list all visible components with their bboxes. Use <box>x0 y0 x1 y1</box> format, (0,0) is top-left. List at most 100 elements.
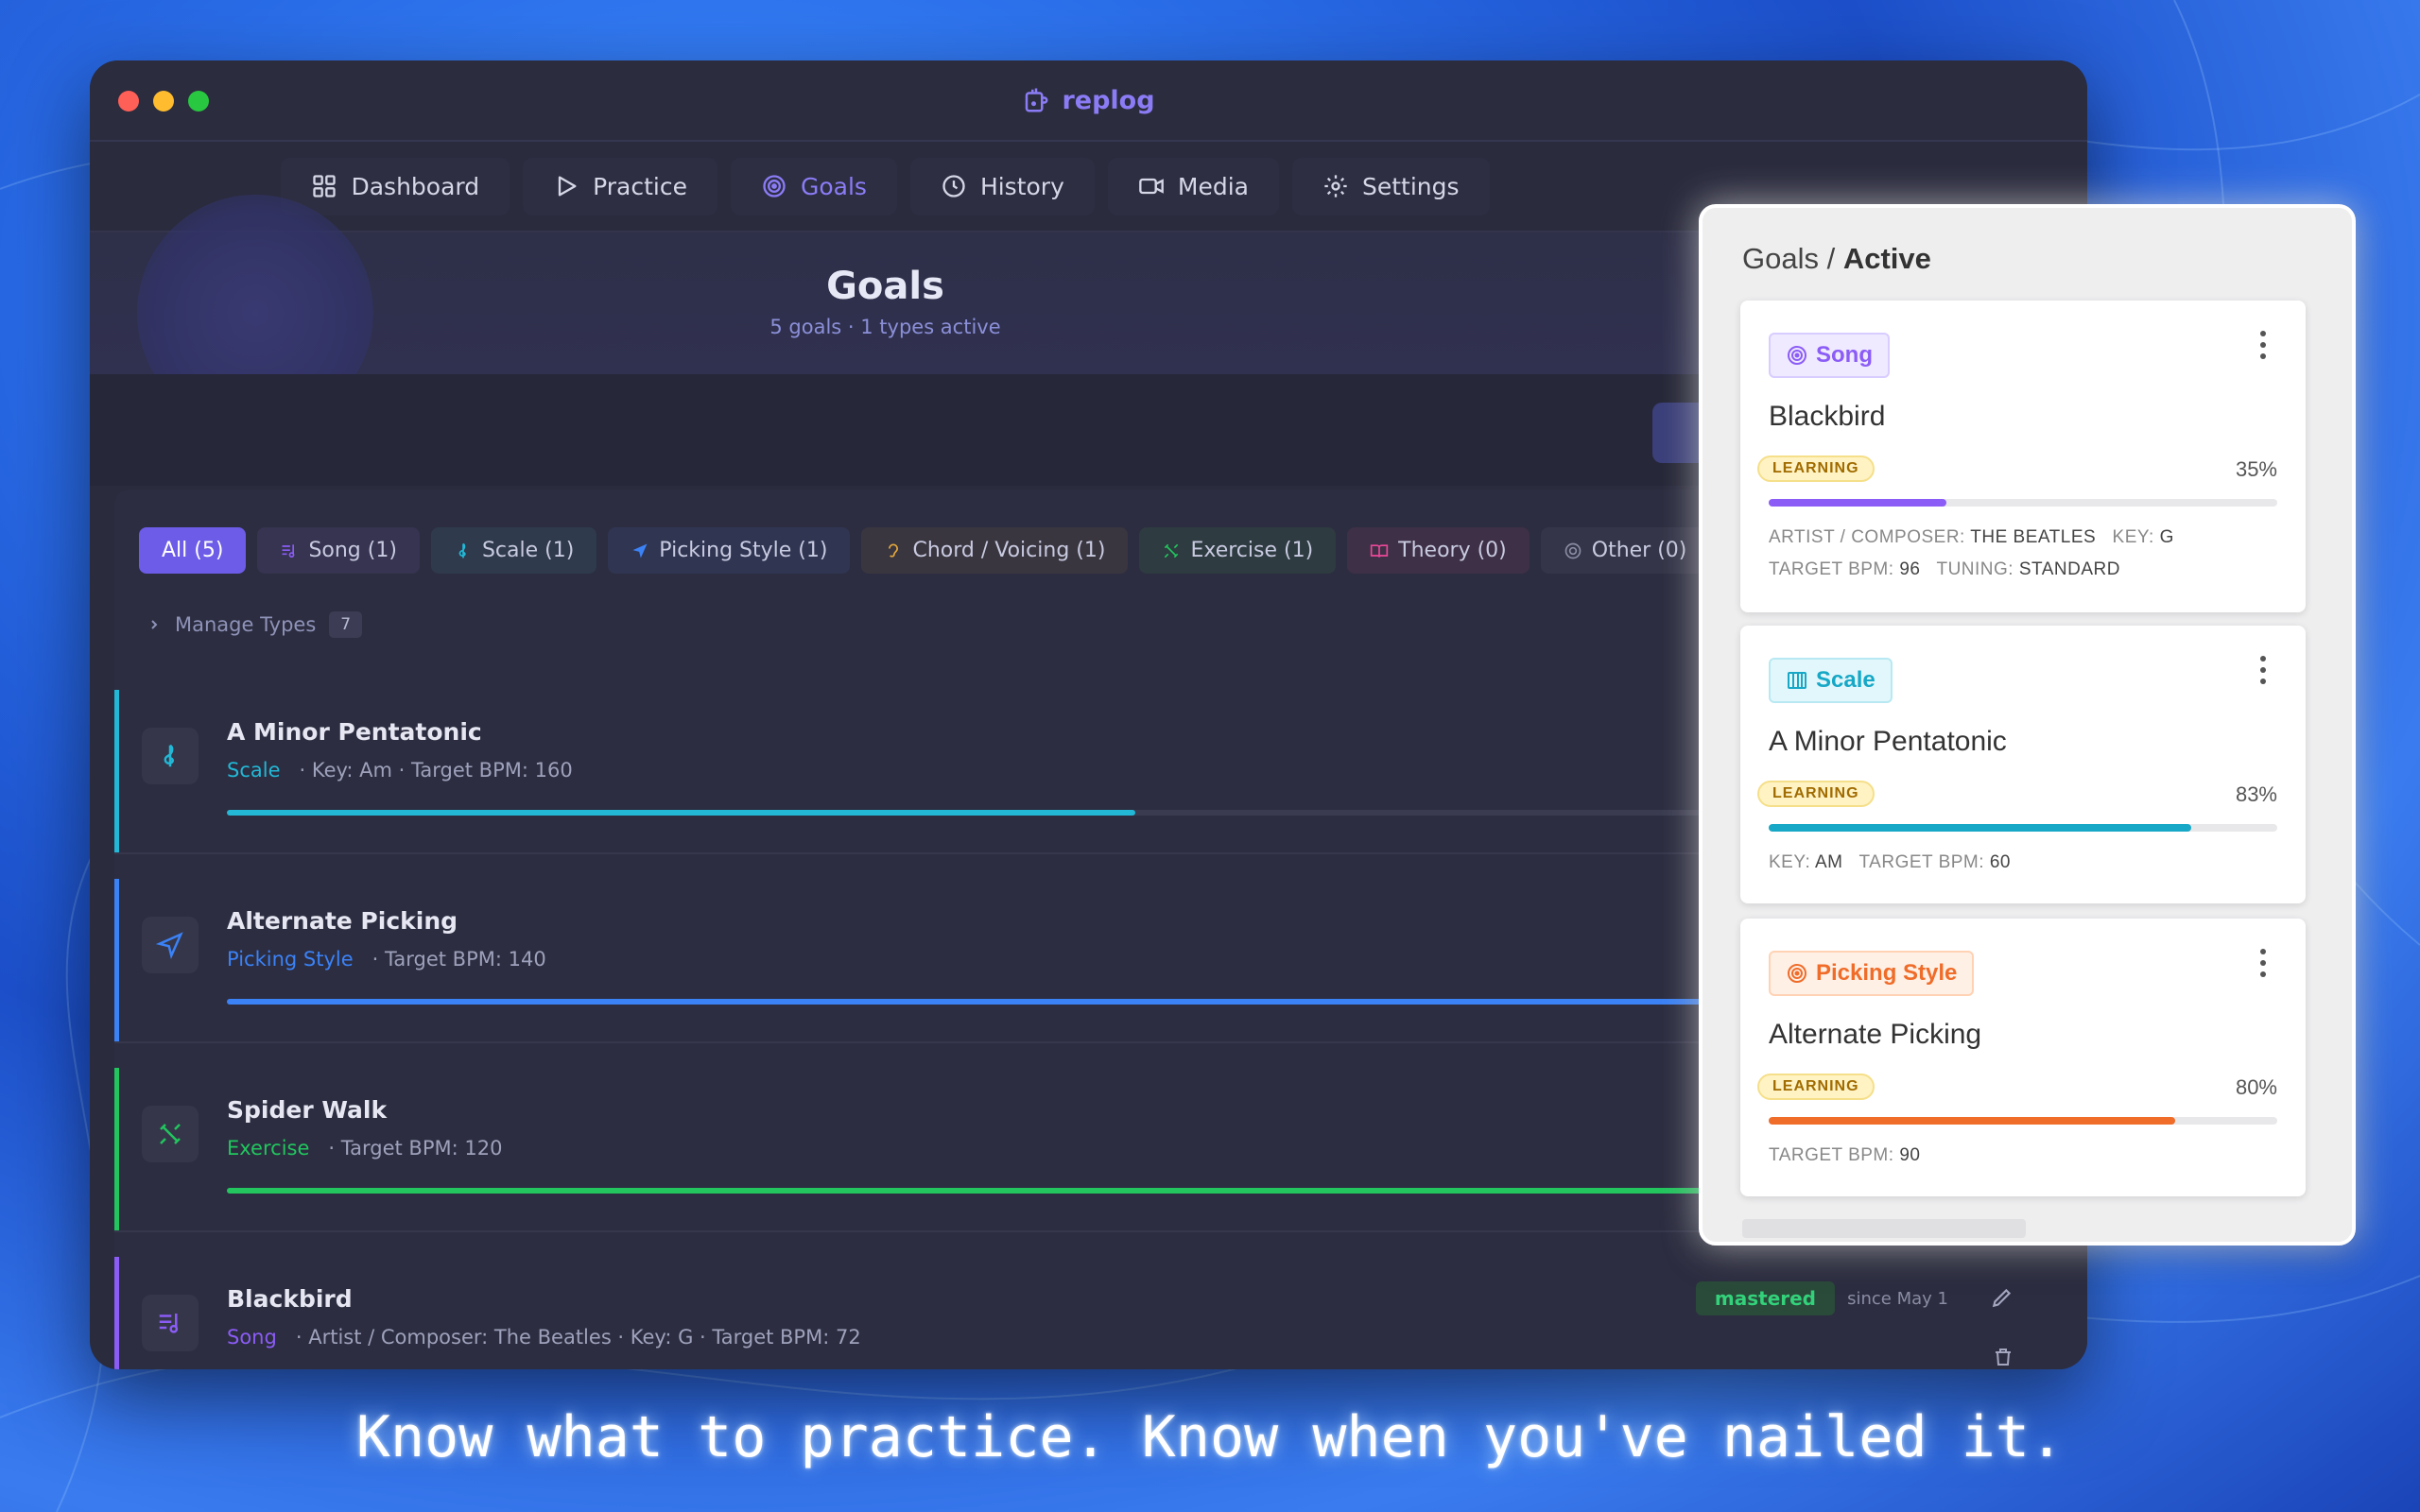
nav-media[interactable]: Media <box>1107 157 1279 215</box>
filter-chord-voicing[interactable]: Chord / Voicing (1) <box>861 527 1129 574</box>
marketing-tagline: Know what to practice. Know when you've … <box>355 1404 2065 1470</box>
goal-type-tag: Song <box>1769 333 1890 378</box>
filter-label: Song (1) <box>308 539 397 562</box>
status-badge: LEARNING <box>1757 455 1875 482</box>
goal-details: · Artist / Composer: The Beatles · Key: … <box>295 1326 861 1349</box>
clef-icon <box>164 744 175 767</box>
target-icon <box>1788 964 1806 983</box>
faded-section-heading <box>1742 1219 2026 1238</box>
maximize-button[interactable] <box>188 91 209 112</box>
book-icon <box>1370 543 1389 558</box>
page-subtitle: 5 goals · 1 types active <box>769 316 1001 338</box>
replog-logo-icon <box>1026 88 1048 112</box>
card-details: KEY: AM TARGET BPM: 60 <box>1769 852 2011 873</box>
goal-card-alternate-picking[interactable]: Picking Style Alternate Picking LEARNING… <box>1740 919 2306 1196</box>
minimize-button[interactable] <box>153 91 174 112</box>
goal-type: Exercise <box>227 1137 310 1160</box>
goal-card-a-minor-pentatonic[interactable]: Scale A Minor Pentatonic LEARNING 83% KE… <box>1740 626 2306 903</box>
goal-row-blackbird[interactable]: Blackbird Song · Artist / Composer: The … <box>114 1257 2081 1369</box>
detail-value: THE BEATLES <box>1970 527 2097 547</box>
detail-key: ARTIST / COMPOSER: <box>1769 527 1965 547</box>
nav-label: Media <box>1177 172 1249 200</box>
progress-bar <box>227 1188 1729 1194</box>
card-title: Alternate Picking <box>1769 1019 1982 1050</box>
target-icon <box>1788 346 1806 365</box>
nav-label: History <box>979 172 1064 200</box>
status-badge: mastered <box>1695 1281 1835 1315</box>
panel-breadcrumb: Goals / Active <box>1742 242 1931 276</box>
filter-other[interactable]: Other (0) <box>1540 527 1710 574</box>
pick-arrow-icon <box>156 932 183 959</box>
card-menu-icon[interactable] <box>2260 949 2268 983</box>
nav-goals[interactable]: Goals <box>730 157 897 215</box>
filter-label: All (5) <box>162 539 224 562</box>
chevron-right-icon <box>151 620 158 629</box>
goal-details: · Key: Am · Target BPM: 160 <box>299 759 573 782</box>
card-title: Blackbird <box>1769 401 1886 432</box>
nav-settings[interactable]: Settings <box>1291 157 1490 215</box>
card-menu-icon[interactable] <box>2260 656 2268 690</box>
detail-value: 96 <box>1899 559 1921 579</box>
progress-percent: 35% <box>2235 457 2277 481</box>
tag-label: Song <box>1816 342 1873 368</box>
pick-arrow-icon <box>632 543 648 558</box>
progress-percent: 83% <box>2235 782 2277 806</box>
close-button[interactable] <box>118 91 139 112</box>
app-title: replog <box>1022 86 1155 115</box>
active-goals-panel: Goals / Active Song Blackbird LEARNING 3… <box>1699 204 2356 1246</box>
goal-type-tag: Picking Style <box>1769 951 1975 996</box>
progress-track <box>1769 499 2277 507</box>
window-controls <box>118 91 209 112</box>
detail-value: 60 <box>1989 852 2011 872</box>
music-list-icon <box>282 543 295 558</box>
titlebar: replog <box>90 60 2087 142</box>
nav-history[interactable]: History <box>909 157 1095 215</box>
filter-picking-style[interactable]: Picking Style (1) <box>608 527 851 574</box>
nav-dashboard[interactable]: Dashboard <box>281 157 510 215</box>
filter-label: Other (0) <box>1591 539 1687 562</box>
piano-icon <box>1788 672 1806 689</box>
goal-type-icon <box>142 917 199 973</box>
filter-label: Exercise (1) <box>1190 539 1314 562</box>
detail-key: TARGET BPM: <box>1769 1145 1894 1165</box>
goal-type: Scale <box>227 759 281 782</box>
goal-type: Picking Style <box>227 948 354 971</box>
filter-exercise[interactable]: Exercise (1) <box>1139 527 1337 574</box>
manage-label: Manage Types <box>175 613 317 636</box>
card-details: TARGET BPM: 90 <box>1769 1145 1920 1166</box>
progress-percent: 80% <box>2235 1075 2277 1099</box>
breadcrumb-current: Active <box>1842 242 1931 275</box>
goal-card-blackbird[interactable]: Song Blackbird LEARNING 35% ARTIST / COM… <box>1740 301 2306 612</box>
goal-type-tag: Scale <box>1769 658 1893 703</box>
filter-all[interactable]: All (5) <box>139 527 247 574</box>
card-menu-icon[interactable] <box>2260 331 2268 365</box>
video-icon <box>1139 178 1164 195</box>
progress-track <box>1769 824 2277 832</box>
goal-type-icon <box>142 1106 199 1162</box>
filter-scale[interactable]: Scale (1) <box>430 527 597 574</box>
filter-label: Chord / Voicing (1) <box>912 539 1106 562</box>
progress-bar <box>227 999 1841 1005</box>
nav-label: Settings <box>1361 172 1460 200</box>
dumbbell-icon <box>160 1124 181 1144</box>
music-list-icon <box>159 1314 179 1333</box>
detail-value: AM <box>1814 852 1843 872</box>
target-icon <box>763 175 786 198</box>
detail-key: KEY: <box>1769 852 1811 872</box>
nav-label: Practice <box>593 172 687 200</box>
edit-pencil-icon[interactable] <box>1990 1285 2014 1310</box>
breadcrumb-parent[interactable]: Goals / <box>1742 242 1835 275</box>
card-title: A Minor Pentatonic <box>1769 726 2007 757</box>
filter-song[interactable]: Song (1) <box>257 527 420 574</box>
dumbbell-icon <box>1165 543 1179 558</box>
detail-value: G <box>2159 527 2174 547</box>
trash-icon[interactable] <box>1992 1346 2014 1368</box>
detail-key: TUNING: <box>1936 559 2014 579</box>
progress-track <box>1769 1117 2277 1125</box>
filter-theory[interactable]: Theory (0) <box>1347 527 1530 574</box>
detail-key: TARGET BPM: <box>1858 852 1985 872</box>
goal-type-icon <box>142 728 199 784</box>
types-count-badge: 7 <box>329 611 363 638</box>
clock-icon <box>942 175 965 198</box>
nav-practice[interactable]: Practice <box>523 157 717 215</box>
